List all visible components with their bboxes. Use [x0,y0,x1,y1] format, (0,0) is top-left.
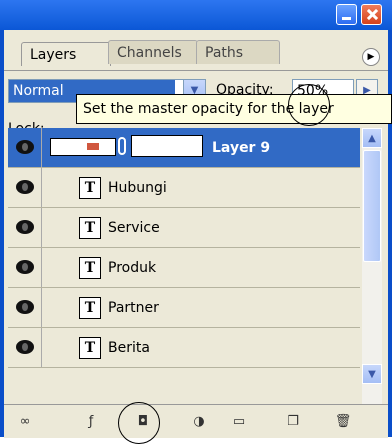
visibility-column [8,248,42,287]
new-layer-icon[interactable]: ❐ [284,413,302,431]
link-icon[interactable]: ∞ [16,413,34,431]
layer-row[interactable]: T Service [8,208,360,248]
text-layer-icon: T [79,177,101,199]
layer-name: Produk [108,260,157,276]
layer-name: Service [108,220,160,236]
chain-link-icon[interactable] [118,137,126,155]
eye-icon[interactable] [16,220,34,234]
layer-row[interactable]: Layer 9 [8,128,360,168]
close-icon[interactable] [361,4,382,25]
tab-channels[interactable]: Channels [108,40,198,64]
layer-row[interactable]: T Berita [8,328,360,368]
layer-name: Berita [108,340,150,356]
layer-name: Partner [108,300,159,316]
tab-paths[interactable]: Paths [196,40,280,64]
visibility-column [8,288,42,327]
visibility-column [8,208,42,247]
eye-icon[interactable] [16,340,34,354]
layer-name: Hubungi [108,180,167,196]
annotation-circle [288,84,330,126]
scroll-down-icon[interactable]: ▼ [362,364,382,384]
text-layer-icon: T [79,337,101,359]
layer-row[interactable]: T Partner [8,288,360,328]
title-bar[interactable] [0,0,392,30]
annotation-circle [118,402,160,444]
eye-icon[interactable] [16,180,34,194]
tab-layers[interactable]: Layers [21,42,111,66]
eye-icon[interactable] [16,140,34,154]
visibility-column [8,128,42,167]
scroll-thumb[interactable] [363,150,381,262]
eye-icon[interactable] [16,260,34,274]
visibility-column [8,168,42,207]
circle-arrow-right-icon[interactable]: ▶ [362,48,380,66]
layer-mask-thumbnail [50,138,116,156]
text-layer-icon: T [79,257,101,279]
layer-row[interactable]: T Produk [8,248,360,288]
eye-icon[interactable] [16,300,34,314]
tab-strip: Layers Channels Paths ▶ [4,30,388,70]
trash-icon[interactable]: 🗑 [334,413,352,431]
text-layer-icon: T [79,217,101,239]
folder-icon[interactable]: ▭ [230,413,248,431]
layers-scrollbar[interactable]: ▲ ▼ [362,128,382,404]
adjustment-icon[interactable]: ◑ [190,413,208,431]
layers-palette-window: Layers Channels Paths ▶ Normal ▼ Opacity… [0,0,392,444]
visibility-column [8,328,42,367]
layer-row[interactable]: T Hubungi [8,168,360,208]
text-layer-icon: T [79,297,101,319]
scroll-up-icon[interactable]: ▲ [362,128,382,148]
layers-toolbar: ∞ ƒ ◘ ◑ ▭ ❐ 🗑 [4,404,388,438]
layer-thumbnail [131,135,203,157]
layer-style-icon[interactable]: ƒ [82,413,100,431]
layer-name: Layer 9 [212,140,271,156]
opacity-tooltip: Set the master opacity for the layer [76,94,392,124]
minimize-icon[interactable] [336,4,357,25]
layers-list: Layer 9 T Hubungi T Service T Produk T P… [8,128,360,404]
